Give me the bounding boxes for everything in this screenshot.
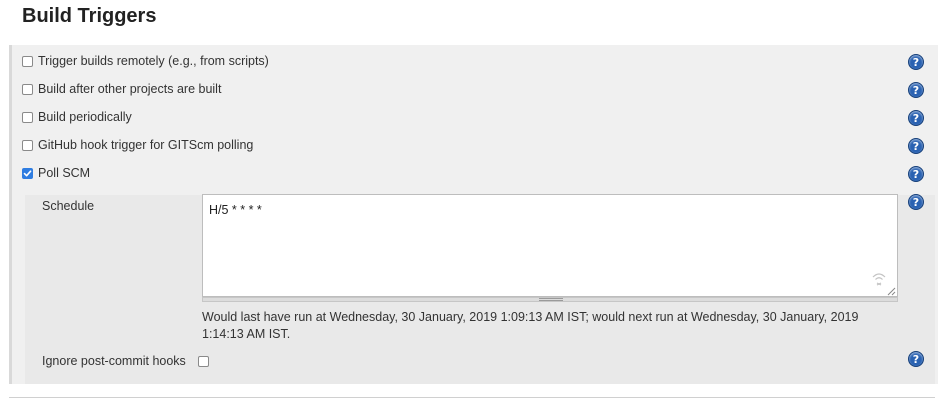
trigger-poll-scm-row[interactable]: Poll SCM <box>22 163 90 183</box>
textarea-resize-handle[interactable] <box>202 297 898 302</box>
help-icon[interactable]: ? <box>908 82 924 98</box>
help-icon[interactable]: ? <box>908 54 924 70</box>
trigger-github-hook-label: GitHub hook trigger for GITScm polling <box>38 138 254 152</box>
trigger-github-hook-row[interactable]: GitHub hook trigger for GITScm polling <box>22 135 253 155</box>
trigger-github-hook-checkbox[interactable] <box>22 139 33 151</box>
trigger-after-projects-row[interactable]: Build after other projects are built <box>22 79 221 99</box>
poll-scm-label: Poll SCM <box>38 166 91 180</box>
help-icon[interactable]: ? <box>908 138 924 154</box>
schedule-textarea[interactable]: H/5 * * * * <box>202 194 898 297</box>
trigger-remote-label: Trigger builds remotely (e.g., from scri… <box>38 54 269 68</box>
trigger-periodically-label: Build periodically <box>38 110 132 124</box>
help-icon[interactable]: ? <box>908 110 924 126</box>
checkmark-icon <box>23 169 32 176</box>
trigger-periodically-row[interactable]: Build periodically <box>22 107 132 127</box>
trigger-after-projects-label: Build after other projects are built <box>38 82 222 96</box>
help-icon[interactable]: ? <box>908 351 924 367</box>
resize-corner-icon[interactable] <box>887 287 896 296</box>
trigger-periodically-checkbox[interactable] <box>22 111 33 123</box>
trigger-remote-row[interactable]: Trigger builds remotely (e.g., from scri… <box>22 51 269 71</box>
trigger-remote-checkbox[interactable] <box>22 55 33 67</box>
help-icon[interactable]: ? <box>908 194 924 210</box>
section-title: Build Triggers <box>22 5 157 27</box>
poll-scm-checkbox[interactable] <box>22 167 33 179</box>
wifi-icon <box>872 273 886 286</box>
resize-grip-icon <box>539 298 563 301</box>
ignore-post-commit-checkbox[interactable] <box>197 355 209 367</box>
ignore-post-commit-row[interactable]: Ignore post-commit hooks <box>42 354 209 368</box>
help-icon[interactable]: ? <box>908 166 924 182</box>
section-divider <box>9 397 935 398</box>
schedule-label: Schedule <box>42 199 95 213</box>
ignore-post-commit-label: Ignore post-commit hooks <box>42 354 186 368</box>
schedule-run-info: Would last have run at Wednesday, 30 Jan… <box>202 310 859 341</box>
trigger-after-projects-checkbox[interactable] <box>22 83 33 95</box>
